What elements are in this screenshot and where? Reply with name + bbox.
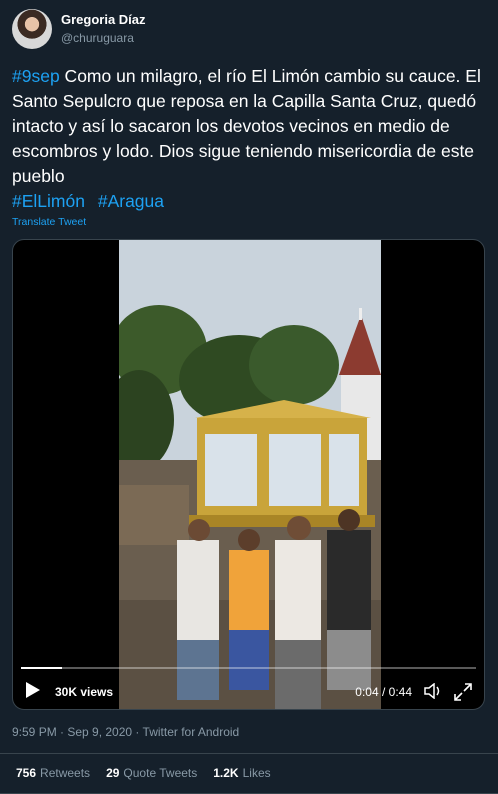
tweet-timestamp[interactable]: 9:59 PM · Sep 9, 2020 · Twitter for Andr…: [12, 725, 239, 739]
retweets-label: Retweets: [40, 766, 91, 780]
quotes-label: Quote Tweets: [123, 766, 198, 780]
avatar[interactable]: [12, 9, 52, 49]
tweet-text: #9sep Como un milagro, el río El Limón c…: [12, 64, 487, 214]
retweets-stat[interactable]: 756 Retweets: [16, 766, 90, 780]
user-handle[interactable]: @churuguara: [61, 30, 146, 46]
likes-label: Likes: [242, 766, 271, 780]
quotes-count: 29: [106, 766, 120, 780]
view-count: 30K views: [55, 685, 114, 699]
quote-tweets-stat[interactable]: 29 Quote Tweets: [106, 766, 197, 780]
retweets-count: 756: [16, 766, 37, 780]
tweet-stats: 756 Retweets 29 Quote Tweets 1.2K Likes: [16, 766, 287, 780]
likes-count: 1.2K: [213, 766, 239, 780]
hashtag-link[interactable]: #9sep: [12, 66, 60, 86]
video-progress-bar[interactable]: [21, 667, 476, 669]
display-name[interactable]: Gregoria Díaz: [61, 12, 146, 28]
volume-icon[interactable]: [424, 683, 444, 699]
video-frame: [119, 240, 381, 709]
tweet-body: Como un milagro, el río El Limón cambio …: [12, 66, 481, 186]
fullscreen-icon[interactable]: [454, 683, 472, 701]
hashtag-link[interactable]: #Aragua: [98, 191, 164, 211]
hashtag-link[interactable]: #ElLimón: [12, 191, 85, 211]
divider: [0, 753, 498, 754]
translate-tweet-link[interactable]: Translate Tweet: [12, 216, 86, 228]
video-progress-fill: [21, 667, 62, 669]
video-player[interactable]: 30K views 0:04 / 0:44: [12, 239, 485, 710]
likes-stat[interactable]: 1.2K Likes: [213, 766, 270, 780]
tweet: Gregoria Díaz @churuguara #9sep Como un …: [0, 0, 498, 794]
hashtag-line: #ElLimón #Aragua: [12, 189, 487, 214]
play-icon[interactable]: [25, 681, 41, 699]
author-names: Gregoria Díaz @churuguara: [61, 12, 146, 46]
tweet-header: Gregoria Díaz @churuguara: [12, 9, 146, 49]
video-time: 0:04 / 0:44: [355, 685, 412, 699]
